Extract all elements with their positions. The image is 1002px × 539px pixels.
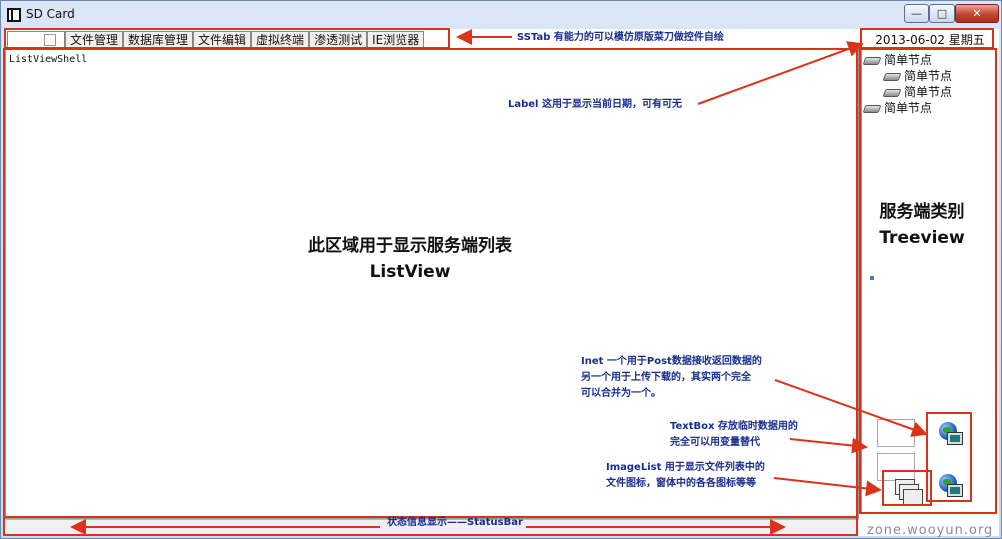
annotation-arrows — [70, 29, 928, 535]
